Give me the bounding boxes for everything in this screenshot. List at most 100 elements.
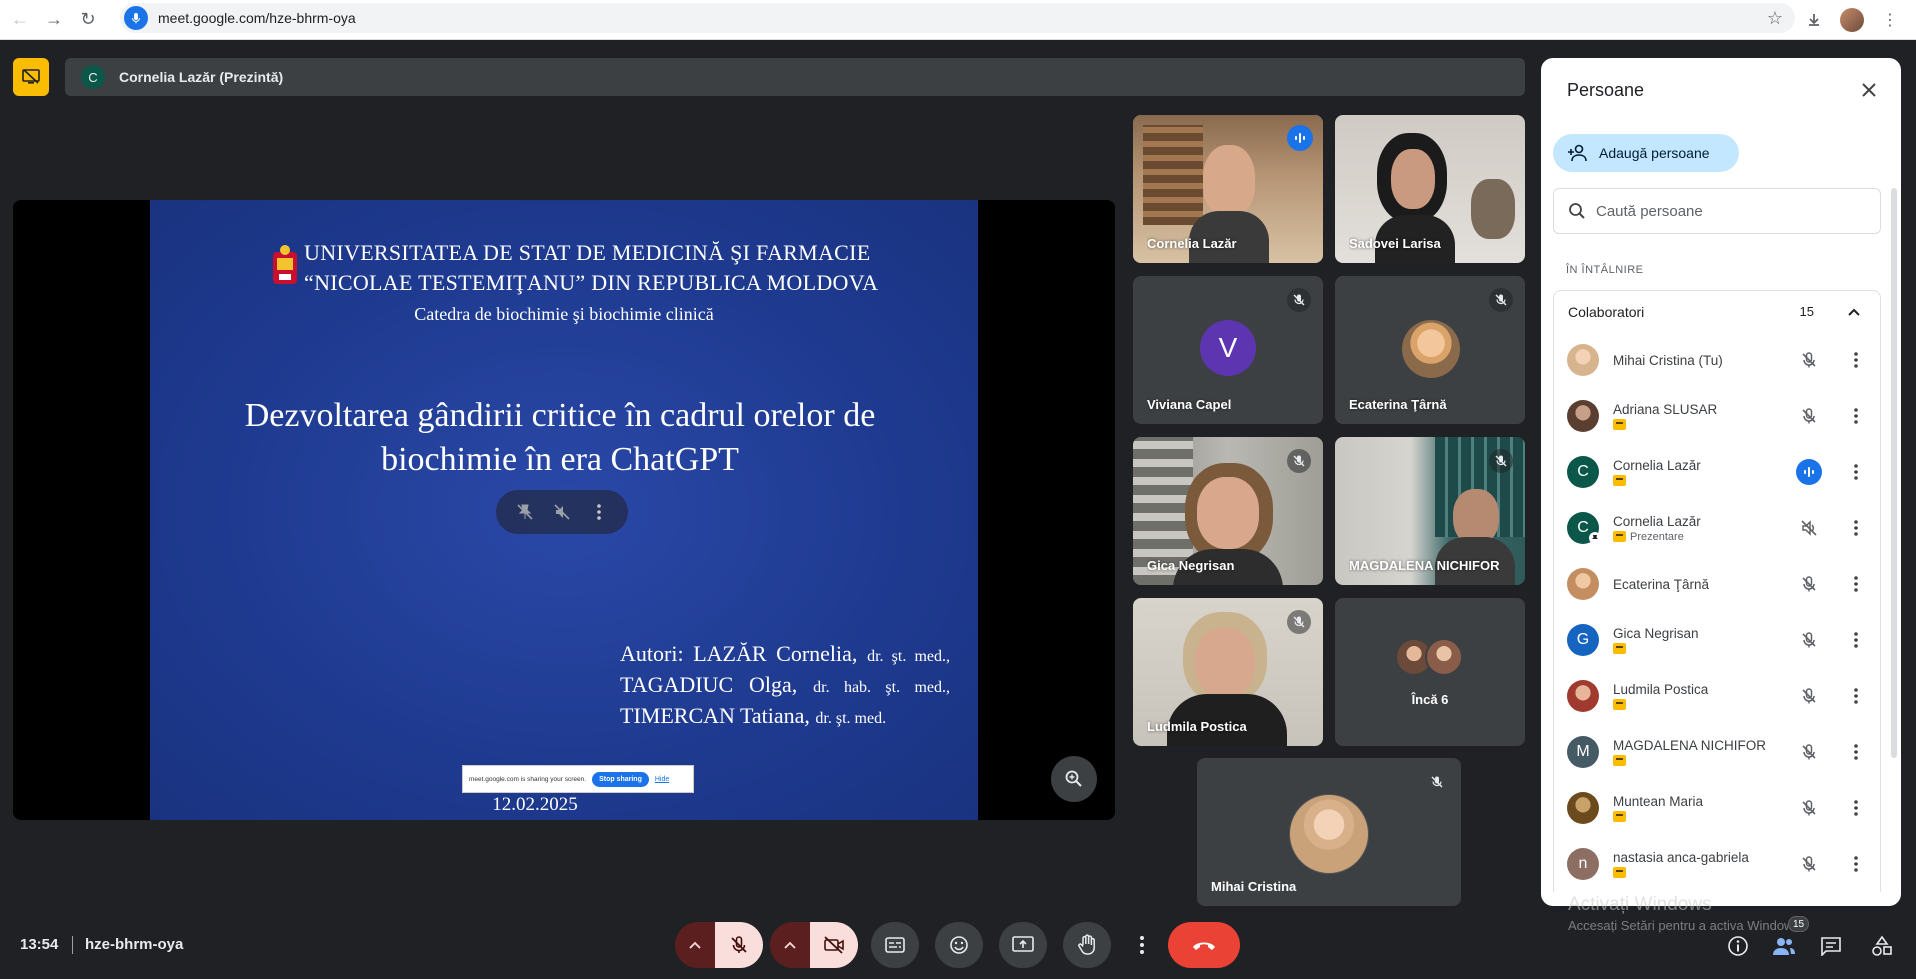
search-people-input[interactable] xyxy=(1596,202,1856,220)
participant-row[interactable]: C Cornelia Lazăr xyxy=(1554,444,1880,500)
kebab-menu-icon[interactable]: ⋮ xyxy=(1876,6,1904,34)
contributors-group-header[interactable]: Colaboratori 15 xyxy=(1553,290,1881,332)
reactions-button[interactable] xyxy=(935,922,983,968)
more-options-icon[interactable] xyxy=(1846,683,1866,709)
participant-avatar: M xyxy=(1567,736,1599,768)
more-options-icon[interactable] xyxy=(1846,795,1866,821)
download-icon[interactable] xyxy=(1800,6,1828,34)
participant-name: Mihai Cristina (Tu) xyxy=(1613,352,1723,368)
participant-name: Cornelia Lazăr xyxy=(1613,458,1701,473)
participant-row[interactable]: G Gica Negrisan xyxy=(1554,612,1880,668)
mic-in-use-icon[interactable] xyxy=(124,6,148,30)
mic-muted-icon xyxy=(1287,449,1311,473)
more-options-icon[interactable] xyxy=(1846,459,1866,485)
pin-icon xyxy=(1589,532,1601,544)
participant-row[interactable]: Mihai Cristina (Tu) xyxy=(1554,332,1880,388)
slide-authors: Autori: LAZĂR Cornelia, dr. şt. med., TA… xyxy=(620,640,950,733)
zoom-icon[interactable] xyxy=(1051,756,1097,802)
camera-off-button[interactable] xyxy=(810,922,858,968)
profile-avatar[interactable] xyxy=(1838,6,1866,34)
participant-row[interactable]: Muntean Maria xyxy=(1554,780,1880,836)
collaborator-badge-icon xyxy=(1613,755,1626,766)
close-icon[interactable] xyxy=(1855,76,1883,104)
presentation-stage[interactable]: UNIVERSITATEA DE STAT DE MEDICINĂ ŞI FAR… xyxy=(13,200,1115,820)
address-bar[interactable]: meet.google.com/hze-bhrm-oya ☆ xyxy=(120,3,1795,33)
chat-icon[interactable] xyxy=(1817,932,1845,960)
more-options-icon[interactable] xyxy=(1846,347,1866,373)
more-options-icon[interactable] xyxy=(1846,571,1866,597)
search-icon xyxy=(1569,203,1585,219)
forward-arrow-icon[interactable]: → xyxy=(40,6,68,34)
participant-initial: C xyxy=(1577,519,1589,536)
university-name-line2: “NICOLAE TESTEMIŢANU” DIN REPUBLICA MOLD… xyxy=(304,270,879,295)
more-options-icon[interactable] xyxy=(1846,403,1866,429)
authors-label: Autori: xyxy=(620,641,684,666)
chevron-up-icon[interactable] xyxy=(1842,300,1866,324)
bookmark-star-icon[interactable]: ☆ xyxy=(1767,8,1783,29)
reload-icon[interactable]: ↻ xyxy=(74,6,102,34)
participant-row[interactable]: Ludmila Postica xyxy=(1554,668,1880,724)
meeting-details-icon[interactable] xyxy=(1724,932,1752,960)
microphone-control xyxy=(675,922,763,968)
participant-name: Ludmila Postica xyxy=(1147,719,1247,734)
mic-muted-icon[interactable] xyxy=(1796,683,1822,709)
divider xyxy=(72,936,73,954)
self-view-tile[interactable]: Mihai Cristina xyxy=(1197,758,1461,906)
participant-tile[interactable]: Sadovei Larisa xyxy=(1335,115,1525,263)
mic-muted-icon[interactable] xyxy=(1796,739,1822,765)
participant-avatar xyxy=(1567,568,1599,600)
mic-muted-icon[interactable] xyxy=(1796,347,1822,373)
more-options-icon[interactable] xyxy=(1846,515,1866,541)
meeting-code: hze-bhrm-oya xyxy=(85,936,184,953)
speaking-indicator-icon[interactable] xyxy=(1796,459,1822,485)
mic-muted-icon[interactable] xyxy=(1796,403,1822,429)
mute-presentation-audio-icon[interactable] xyxy=(549,499,575,525)
more-options-button[interactable] xyxy=(1127,922,1157,968)
participant-tile[interactable]: Gica Negrisan xyxy=(1133,437,1323,585)
audio-muted-icon[interactable] xyxy=(1796,515,1822,541)
chevron-up-icon[interactable] xyxy=(770,922,810,968)
presentation-toggle-icon[interactable] xyxy=(13,58,49,96)
present-now-button[interactable] xyxy=(999,922,1047,968)
panel-scrollbar[interactable] xyxy=(1891,188,1897,758)
captions-button[interactable] xyxy=(871,922,919,968)
participant-row[interactable]: M MAGDALENA NICHIFOR xyxy=(1554,724,1880,780)
participant-row[interactable]: n nastasia anca-gabriela xyxy=(1554,836,1880,892)
activities-icon[interactable] xyxy=(1868,932,1896,960)
participant-tile[interactable]: MAGDALENA NICHIFOR xyxy=(1335,437,1525,585)
chevron-up-icon[interactable] xyxy=(675,922,715,968)
more-options-icon[interactable] xyxy=(1846,851,1866,877)
mic-muted-icon[interactable] xyxy=(1796,795,1822,821)
more-options-icon[interactable] xyxy=(586,499,612,525)
participant-row[interactable]: Ecaterina Ţârnă xyxy=(1554,556,1880,612)
participant-avatar xyxy=(1567,792,1599,824)
more-participants-tile[interactable]: Încă 6 xyxy=(1335,598,1525,746)
add-people-button[interactable]: Adaugă persoane xyxy=(1553,134,1739,172)
in-meeting-section-label: ÎN ÎNTÂLNIRE xyxy=(1566,264,1644,276)
leave-call-button[interactable] xyxy=(1168,922,1240,968)
back-arrow-icon[interactable]: ← xyxy=(6,6,34,34)
participant-name: Adriana SLUSAR xyxy=(1613,402,1718,417)
participant-tile[interactable]: Ludmila Postica xyxy=(1133,598,1323,746)
participant-tile[interactable]: Ecaterina Ţârnă xyxy=(1335,276,1525,424)
participant-name: Sadovei Larisa xyxy=(1349,236,1441,251)
hand-icon xyxy=(1078,934,1095,955)
search-people-box[interactable] xyxy=(1553,188,1881,234)
people-icon[interactable] xyxy=(1770,932,1798,960)
mic-off-button[interactable] xyxy=(715,922,763,968)
mic-muted-icon[interactable] xyxy=(1796,627,1822,653)
participant-list: Mihai Cristina (Tu) Adriana SLUSAR C Cor… xyxy=(1553,332,1881,892)
mic-muted-icon[interactable] xyxy=(1796,851,1822,877)
raise-hand-button[interactable] xyxy=(1063,922,1111,968)
participant-row[interactable]: Adriana SLUSAR xyxy=(1554,388,1880,444)
more-options-icon[interactable] xyxy=(1846,627,1866,653)
more-options-icon[interactable] xyxy=(1846,739,1866,765)
participant-row[interactable]: C Cornelia Lazăr Prezentare xyxy=(1554,500,1880,556)
participant-tile[interactable]: V Viviana Capel xyxy=(1133,276,1323,424)
unpin-icon[interactable] xyxy=(512,499,538,525)
self-name: Mihai Cristina xyxy=(1211,879,1297,894)
presenter-avatar: C xyxy=(81,65,105,89)
camera-off-icon xyxy=(824,936,844,954)
participant-tile[interactable]: Cornelia Lazăr xyxy=(1133,115,1323,263)
mic-muted-icon[interactable] xyxy=(1796,571,1822,597)
